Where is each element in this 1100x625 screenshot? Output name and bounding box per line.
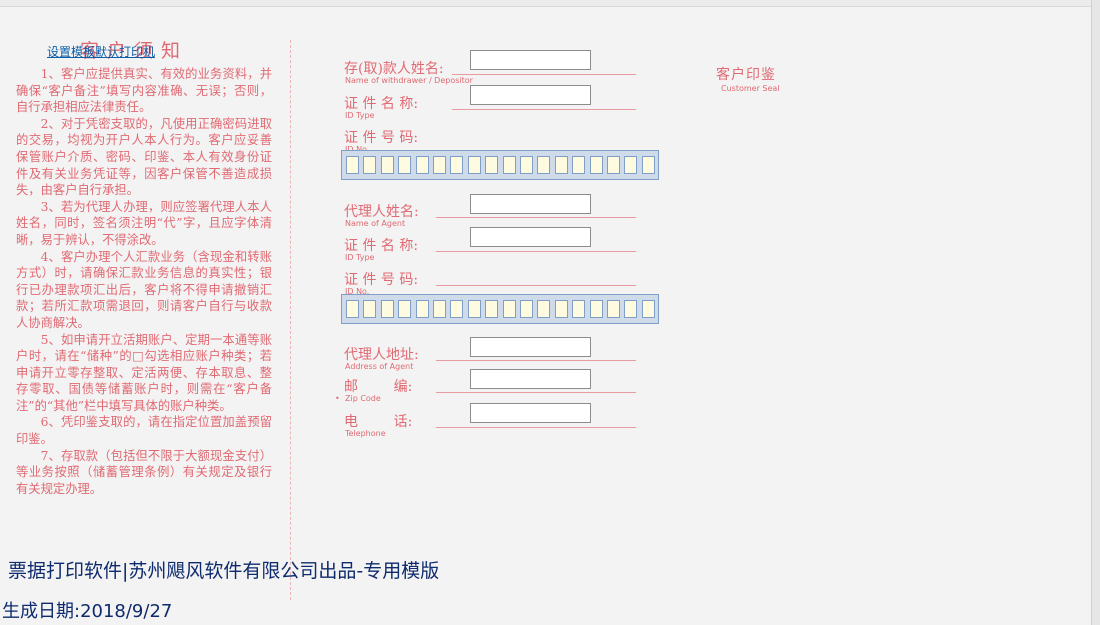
id-digit-cell[interactable] xyxy=(502,300,516,318)
agent-name-input[interactable] xyxy=(470,194,591,214)
telephone-underline xyxy=(436,427,636,428)
id-digit-cell[interactable] xyxy=(572,300,586,318)
id-digit-cell[interactable] xyxy=(415,300,429,318)
id-type-label: 证 件 名 称: xyxy=(344,96,419,112)
notice-paragraph: 7、存取款（包括但不限于大额现金支付）等业务按照（储蓄管理条例）有关规定及银行有… xyxy=(16,448,272,496)
notice-paragraph: 1、客户应提供真实、有效的业务资料，并确保“客户备注”填写内容准确、无误；否则，… xyxy=(16,67,272,115)
id-digit-cell[interactable] xyxy=(572,156,586,174)
id-digit-cell[interactable] xyxy=(380,300,394,318)
zip-code-input[interactable] xyxy=(470,369,591,389)
telephone-input[interactable] xyxy=(470,403,591,423)
notice-paragraph: 4、客户办理个人汇款业务（含现金和转账方式）时，请确保汇款业务信息的真实性；银行… xyxy=(16,249,272,330)
id-digit-cell[interactable] xyxy=(537,300,551,318)
id-digit-cell[interactable] xyxy=(589,300,603,318)
agent-id-no-digit-strip[interactable] xyxy=(341,294,659,324)
agent-address-underline xyxy=(436,360,636,361)
notice-paragraph: 5、如申请开立活期账户、定期一本通等账户时，请在“储种”的□勾选相应账户种类；若… xyxy=(16,332,272,413)
product-credit-text: 票据打印软件|苏州飓风软件有限公司出品-专用模版 xyxy=(8,560,440,582)
zip-code-label: 邮 编: xyxy=(344,379,413,395)
id-digit-cell[interactable] xyxy=(641,156,655,174)
telephone-en-label: Telephone xyxy=(345,429,386,438)
set-default-printer-link[interactable]: 设置模板默认打印机 xyxy=(47,43,155,60)
id-digit-cell[interactable] xyxy=(554,156,568,174)
id-digit-cell[interactable] xyxy=(624,156,638,174)
id-digit-cell[interactable] xyxy=(467,156,481,174)
telephone-label: 电 话: xyxy=(344,414,413,430)
agent-id-type-en-label: ID Type xyxy=(345,253,375,262)
id-digit-cell[interactable] xyxy=(363,156,377,174)
id-no-label: 证 件 号 码: xyxy=(344,130,419,146)
id-digit-cell[interactable] xyxy=(380,156,394,174)
id-digit-cell[interactable] xyxy=(589,156,603,174)
window-top-edge xyxy=(0,0,1092,7)
agent-id-type-input[interactable] xyxy=(470,227,591,247)
customer-seal-label: 客户印鉴 xyxy=(716,67,776,83)
notice-divider xyxy=(290,40,291,600)
agent-address-label: 代理人地址: xyxy=(344,347,419,363)
id-digit-cell[interactable] xyxy=(502,156,516,174)
id-digit-cell[interactable] xyxy=(485,300,499,318)
depositor-name-label: 存(取)款人姓名: xyxy=(344,61,444,77)
id-type-underline xyxy=(452,109,636,110)
id-digit-cell[interactable] xyxy=(641,300,655,318)
notice-paragraph: 2、对于凭密支取的，凡使用正确密码进取的交易，均视为开户人本人行为。客户应妥善保… xyxy=(16,116,272,198)
notice-paragraph: 6、凭印鉴支取的，请在指定位置加盖预留印鉴。 xyxy=(16,415,272,447)
id-digit-cell[interactable] xyxy=(346,300,359,318)
notice-body: 1、客户应提供真实、有效的业务资料，并确保“客户备注”填写内容准确、无误；否则，… xyxy=(16,66,272,497)
customer-seal-en-label: Customer Seal xyxy=(721,84,780,93)
id-digit-cell[interactable] xyxy=(607,300,620,318)
id-digit-cell[interactable] xyxy=(520,156,533,174)
id-digit-cell[interactable] xyxy=(520,300,533,318)
id-digit-cell[interactable] xyxy=(363,300,377,318)
generated-date-text: 生成日期:2018/9/27 xyxy=(2,601,173,622)
id-digit-cell[interactable] xyxy=(415,156,429,174)
stray-mark: • xyxy=(335,394,340,403)
agent-id-no-underline xyxy=(436,285,636,286)
id-no-digit-strip[interactable] xyxy=(341,150,659,180)
id-digit-cell[interactable] xyxy=(537,156,551,174)
id-digit-cell[interactable] xyxy=(624,300,638,318)
window-scrollbar-edge[interactable] xyxy=(1091,0,1100,625)
id-digit-cell[interactable] xyxy=(607,156,620,174)
agent-id-type-underline xyxy=(436,251,636,252)
agent-name-label: 代理人姓名: xyxy=(344,204,419,220)
id-digit-cell[interactable] xyxy=(554,300,568,318)
depositor-name-input[interactable] xyxy=(470,50,591,70)
id-type-en-label: ID Type xyxy=(345,111,375,120)
id-digit-cell[interactable] xyxy=(450,300,464,318)
customer-seal-area: 客户印鉴 Customer Seal xyxy=(716,64,780,93)
id-digit-cell[interactable] xyxy=(433,300,446,318)
id-digit-cell[interactable] xyxy=(346,156,359,174)
id-digit-cell[interactable] xyxy=(485,156,499,174)
id-digit-cell[interactable] xyxy=(467,300,481,318)
agent-id-type-label: 证 件 名 称: xyxy=(344,238,419,254)
depositor-name-en-label: Name of withdrawer / Depositor xyxy=(345,76,473,85)
zip-code-en-label: Zip Code xyxy=(345,394,381,403)
agent-address-input[interactable] xyxy=(470,337,591,357)
id-digit-cell[interactable] xyxy=(433,156,446,174)
zip-code-underline xyxy=(436,392,636,393)
id-digit-cell[interactable] xyxy=(450,156,464,174)
agent-id-no-label: 证 件 号 码: xyxy=(344,272,419,288)
id-type-input[interactable] xyxy=(470,85,591,105)
agent-address-en-label: Address of Agent xyxy=(345,362,414,371)
agent-name-en-label: Name of Agent xyxy=(345,219,406,228)
id-digit-cell[interactable] xyxy=(398,300,412,318)
id-digit-cell[interactable] xyxy=(398,156,412,174)
depositor-name-underline xyxy=(452,74,636,75)
notice-paragraph: 3、若为代理人办理，则应签署代理人本人姓名，同时，签名须注明“代”字，且应字体清… xyxy=(16,199,272,247)
agent-name-underline xyxy=(436,217,636,218)
